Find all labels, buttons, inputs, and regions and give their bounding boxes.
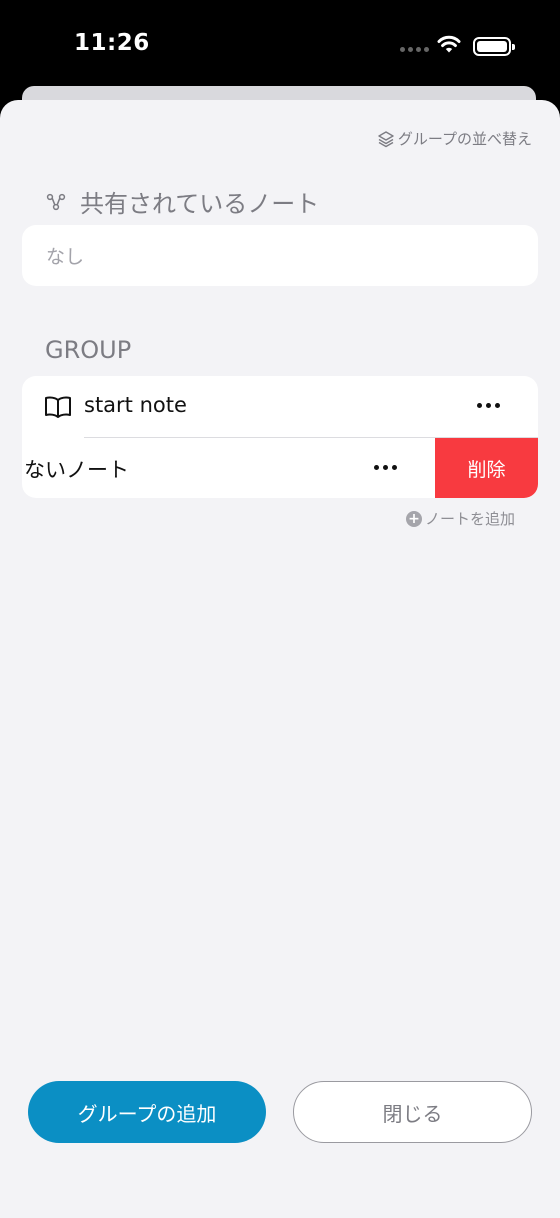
share-network-icon <box>46 193 66 210</box>
battery-icon <box>473 37 515 56</box>
status-bar: 11:26 <box>0 0 560 90</box>
shared-notes-card: なし <box>22 225 538 286</box>
add-note-label: ノートを追加 <box>424 510 515 528</box>
note-label: ないノート <box>24 458 129 482</box>
status-time: 11:26 <box>74 30 150 56</box>
cellular-signal-icon <box>400 47 429 52</box>
note-label: start note <box>84 393 187 417</box>
close-button[interactable]: 閉じる <box>293 1081 532 1143</box>
more-options-icon[interactable] <box>470 390 506 420</box>
shared-section-title: 共有されているノート <box>80 190 320 218</box>
add-group-button[interactable]: グループの追加 <box>28 1081 266 1143</box>
delete-button[interactable]: 削除 <box>435 438 538 498</box>
note-row[interactable]: ないノート 削除 <box>22 438 538 498</box>
more-options-icon[interactable] <box>367 452 403 482</box>
note-row[interactable]: start note <box>22 376 538 437</box>
add-note-button[interactable]: + ノートを追加 <box>405 508 515 529</box>
plus-circle-icon: + <box>405 510 422 527</box>
layers-icon <box>378 130 394 147</box>
sort-groups-label: グループの並べ替え <box>397 130 532 148</box>
group-sheet: グループの並べ替え 共有されているノート なし GROUP start note… <box>0 100 560 1218</box>
book-icon <box>45 396 71 418</box>
shared-section-header: 共有されているノート <box>46 184 319 219</box>
group-notes-card: start note ないノート 削除 <box>22 376 538 498</box>
sort-groups-button[interactable]: グループの並べ替え <box>377 128 532 149</box>
group-section-title: GROUP <box>45 336 132 364</box>
shared-empty-text: なし <box>46 246 85 268</box>
wifi-icon <box>437 35 461 53</box>
